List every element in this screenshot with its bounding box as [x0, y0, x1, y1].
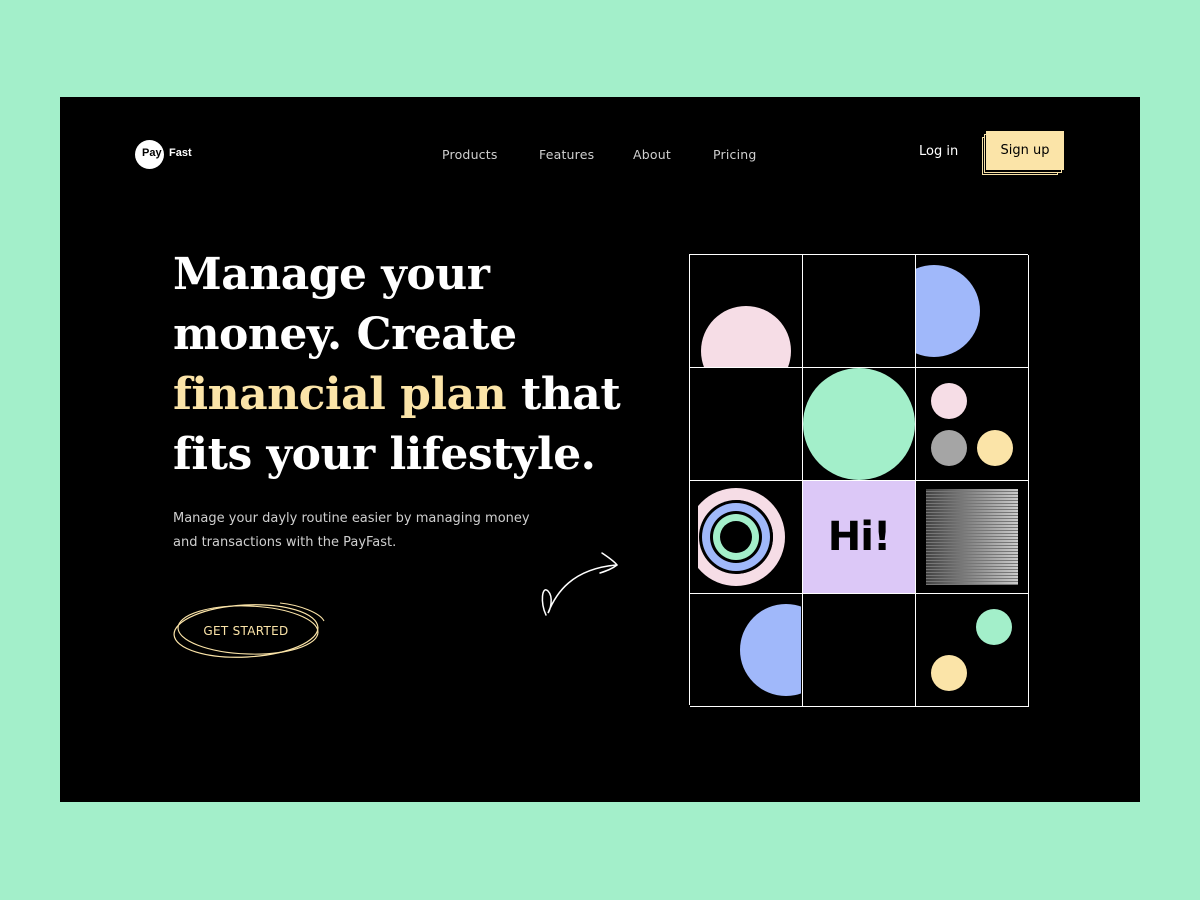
grid-cell	[803, 368, 916, 481]
headline-highlight: financial plan	[173, 369, 507, 420]
grid-cell	[690, 481, 803, 594]
hero-frame: Pay Fast Products Features About Pricing…	[60, 97, 1140, 802]
hero-subtext: Manage your dayly routine easier by mana…	[173, 511, 530, 550]
hi-text: Hi!	[827, 514, 891, 560]
grid-cell	[916, 594, 1029, 707]
hand-drawn-arrow-icon	[541, 552, 619, 616]
login-link[interactable]: Log in	[919, 144, 958, 159]
headline-line-3-rest: that	[506, 369, 621, 420]
blue-half-circle-icon	[740, 594, 802, 706]
nav-item-features[interactable]: Features	[539, 147, 594, 162]
signup-button[interactable]: Sign up	[986, 131, 1064, 170]
concentric-rings-icon	[690, 481, 785, 593]
grid-cell	[916, 255, 1029, 368]
grid-cell	[690, 368, 803, 481]
illustration-grid: Hi!	[689, 254, 1029, 707]
grid-cell	[690, 594, 803, 707]
get-started-cta: GET STARTED	[170, 597, 330, 665]
headline-line-2: money. Create	[173, 309, 517, 360]
mint-circle-icon	[803, 368, 915, 480]
headline-line-4: fits your lifestyle.	[173, 429, 596, 480]
nav-item-about[interactable]: About	[633, 147, 671, 162]
grid-cell	[916, 481, 1029, 594]
headline-line-1: Manage your	[173, 249, 490, 300]
signup-button-group: Sign up	[982, 131, 1064, 177]
get-started-button[interactable]: GET STARTED	[186, 617, 306, 645]
nav-item-products[interactable]: Products	[442, 147, 498, 162]
grid-cell	[916, 368, 1029, 481]
hero-headline: Manage your money. Create financial plan…	[173, 245, 673, 485]
two-dots-icon	[931, 609, 1012, 691]
grid-cell	[690, 255, 803, 368]
logo-text-fast: Fast	[169, 147, 192, 159]
grid-cell	[803, 255, 916, 368]
hi-cell: Hi!	[803, 481, 916, 594]
grid-cell	[803, 594, 916, 707]
pink-half-circle-icon	[701, 306, 791, 367]
dots-icon	[931, 383, 1013, 466]
blue-half-circle-icon	[916, 265, 980, 357]
nav-item-pricing[interactable]: Pricing	[713, 147, 757, 162]
payfast-logo[interactable]: Pay Fast	[135, 139, 192, 170]
logo-text-pay: Pay	[142, 147, 162, 159]
striped-square-icon	[926, 489, 1018, 585]
